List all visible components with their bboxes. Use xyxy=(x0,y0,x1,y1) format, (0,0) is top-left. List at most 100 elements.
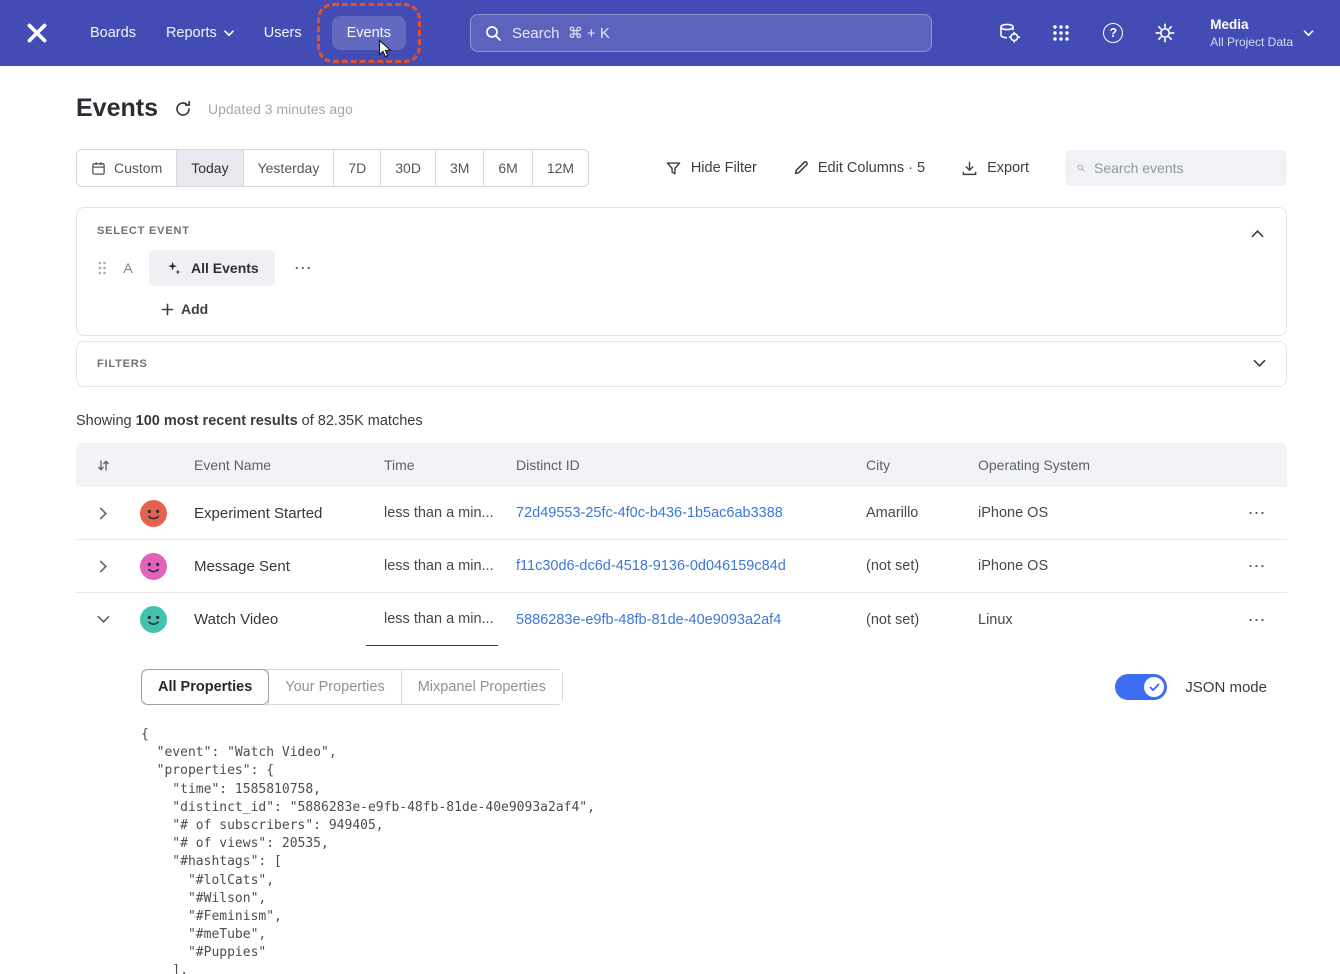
event-name-cell: Watch Video xyxy=(176,611,366,628)
primary-nav: Boards Reports Users Events xyxy=(90,16,406,50)
all-events-icon xyxy=(165,260,182,277)
table-row[interactable]: Watch Video less than a min... 5886283e-… xyxy=(76,593,1287,646)
distinct-id-link[interactable]: 5886283e-e9fb-48fb-81de-40e9093a2af4 xyxy=(516,612,781,628)
hide-filter-button[interactable]: Hide Filter xyxy=(665,160,757,177)
properties-tabs: All Properties Your Properties Mixpanel … xyxy=(141,669,563,705)
avatar xyxy=(140,500,167,527)
chevron-down-icon xyxy=(224,30,234,37)
last-updated-text: Updated 3 minutes ago xyxy=(208,101,353,117)
row-collapse-icon[interactable] xyxy=(76,615,130,624)
column-distinct-id[interactable]: Distinct ID xyxy=(498,457,848,473)
help-icon[interactable]: ? xyxy=(1100,20,1126,46)
row-actions-button[interactable]: ⋯ xyxy=(1244,502,1271,524)
refresh-icon[interactable] xyxy=(174,100,192,118)
search-events-input[interactable] xyxy=(1094,160,1275,176)
settings-gear-icon[interactable] xyxy=(1152,20,1178,46)
global-search[interactable] xyxy=(470,14,932,52)
global-search-input[interactable] xyxy=(512,25,917,42)
collapse-panel-icon[interactable] xyxy=(1247,221,1268,247)
search-icon xyxy=(1077,160,1085,176)
results-summary: Showing 100 most recent results of 82.35… xyxy=(76,413,1287,429)
project-selector[interactable]: Media All Project Data xyxy=(1210,16,1314,50)
select-event-panel: SELECT EVENT A All Events ⋯ xyxy=(76,207,1287,336)
table-row[interactable]: Experiment Started less than a min... 72… xyxy=(76,487,1287,540)
date-range-today[interactable]: Today xyxy=(176,150,242,186)
row-actions-button[interactable]: ⋯ xyxy=(1244,555,1271,577)
date-range-custom[interactable]: Custom xyxy=(77,150,176,186)
date-range-custom-label: Custom xyxy=(114,160,162,176)
events-page: Events Updated 3 minutes ago Custom Toda… xyxy=(0,66,1340,974)
export-label: Export xyxy=(987,160,1029,176)
event-query-row: A All Events ⋯ xyxy=(97,250,1266,286)
expand-filters-icon[interactable] xyxy=(1253,355,1266,373)
event-chip-label: All Events xyxy=(191,260,259,276)
date-range-3m[interactable]: 3M xyxy=(435,150,483,186)
date-range-6m[interactable]: 6M xyxy=(483,150,531,186)
os-cell: iPhone OS xyxy=(960,558,1227,574)
distinct-id-link[interactable]: f11c30d6-dc6d-4518-9136-0d046159c84d xyxy=(516,558,786,574)
row-actions-button[interactable]: ⋯ xyxy=(1244,609,1271,631)
distinct-id-link[interactable]: 72d49553-25fc-4f0c-b436-1b5ac6ab3388 xyxy=(516,505,783,521)
nav-item-users[interactable]: Users xyxy=(264,25,302,41)
date-range-7d[interactable]: 7D xyxy=(333,150,380,186)
city-cell: (not set) xyxy=(848,612,960,628)
mixpanel-logo[interactable] xyxy=(22,18,52,48)
help-glyph: ? xyxy=(1103,23,1123,43)
filters-label: FILTERS xyxy=(97,358,148,370)
project-text: Media All Project Data xyxy=(1210,16,1293,50)
tab-all-properties[interactable]: All Properties xyxy=(142,670,268,704)
chevron-down-icon xyxy=(1303,30,1314,37)
event-name-cell: Message Sent xyxy=(176,558,366,575)
tab-your-properties[interactable]: Your Properties xyxy=(268,670,400,704)
nav-item-boards[interactable]: Boards xyxy=(90,25,136,41)
nav-item-events[interactable]: Events xyxy=(332,16,406,50)
tab-mixpanel-properties[interactable]: Mixpanel Properties xyxy=(401,670,562,704)
avatar xyxy=(140,553,167,580)
event-selector-chip[interactable]: All Events xyxy=(149,250,275,286)
filters-panel[interactable]: FILTERS xyxy=(76,341,1287,387)
column-city[interactable]: City xyxy=(848,457,960,473)
os-cell: iPhone OS xyxy=(960,505,1227,521)
table-row[interactable]: Message Sent less than a min... f11c30d6… xyxy=(76,540,1287,593)
column-os[interactable]: Operating System xyxy=(960,457,1227,473)
column-time[interactable]: Time xyxy=(366,457,498,473)
add-event-button[interactable]: Add xyxy=(161,301,208,317)
events-table: Event Name Time Distinct ID City Operati… xyxy=(76,443,1287,974)
apps-grid-icon[interactable] xyxy=(1048,20,1074,46)
city-cell: Amarillo xyxy=(848,505,960,521)
nav-item-reports[interactable]: Reports xyxy=(166,25,234,41)
event-json-content: { "event": "Watch Video", "properties": … xyxy=(141,726,1267,974)
results-suffix: of 82.35K matches xyxy=(298,413,423,429)
hide-filter-label: Hide Filter xyxy=(691,160,757,176)
search-events-field[interactable] xyxy=(1065,150,1287,186)
toggle-knob xyxy=(1144,677,1164,697)
row-expander-icon[interactable] xyxy=(76,507,130,520)
edit-columns-button[interactable]: Edit Columns · 5 xyxy=(793,160,925,176)
sort-rows-icon[interactable] xyxy=(76,458,130,473)
page-header: Events Updated 3 minutes ago xyxy=(76,94,1287,123)
mouse-cursor-icon xyxy=(375,39,393,59)
drag-handle-icon[interactable] xyxy=(97,260,107,276)
export-button[interactable]: Export xyxy=(961,160,1029,177)
date-range-yesterday[interactable]: Yesterday xyxy=(243,150,334,186)
download-icon xyxy=(961,160,978,177)
date-range-30d[interactable]: 30D xyxy=(380,150,435,186)
nav-item-events-label: Events xyxy=(347,25,391,41)
avatar xyxy=(140,606,167,633)
top-navbar: Boards Reports Users Events xyxy=(0,0,1340,66)
event-row-more-button[interactable]: ⋯ xyxy=(290,257,317,279)
page-title: Events xyxy=(76,94,158,123)
query-row-letter: A xyxy=(122,260,134,276)
data-management-icon[interactable] xyxy=(996,20,1022,46)
date-range-12m[interactable]: 12M xyxy=(532,150,588,186)
row-expander-icon[interactable] xyxy=(76,560,130,573)
json-mode-toggle[interactable] xyxy=(1115,674,1167,700)
event-name-cell: Experiment Started xyxy=(176,505,366,522)
select-event-label: SELECT EVENT xyxy=(97,225,1266,237)
json-mode-label: JSON mode xyxy=(1185,679,1267,696)
column-event-name[interactable]: Event Name xyxy=(176,457,366,473)
pencil-icon xyxy=(793,160,809,176)
json-mode-control: JSON mode xyxy=(1115,674,1267,700)
filter-funnel-icon xyxy=(665,160,682,177)
search-icon xyxy=(485,25,502,42)
